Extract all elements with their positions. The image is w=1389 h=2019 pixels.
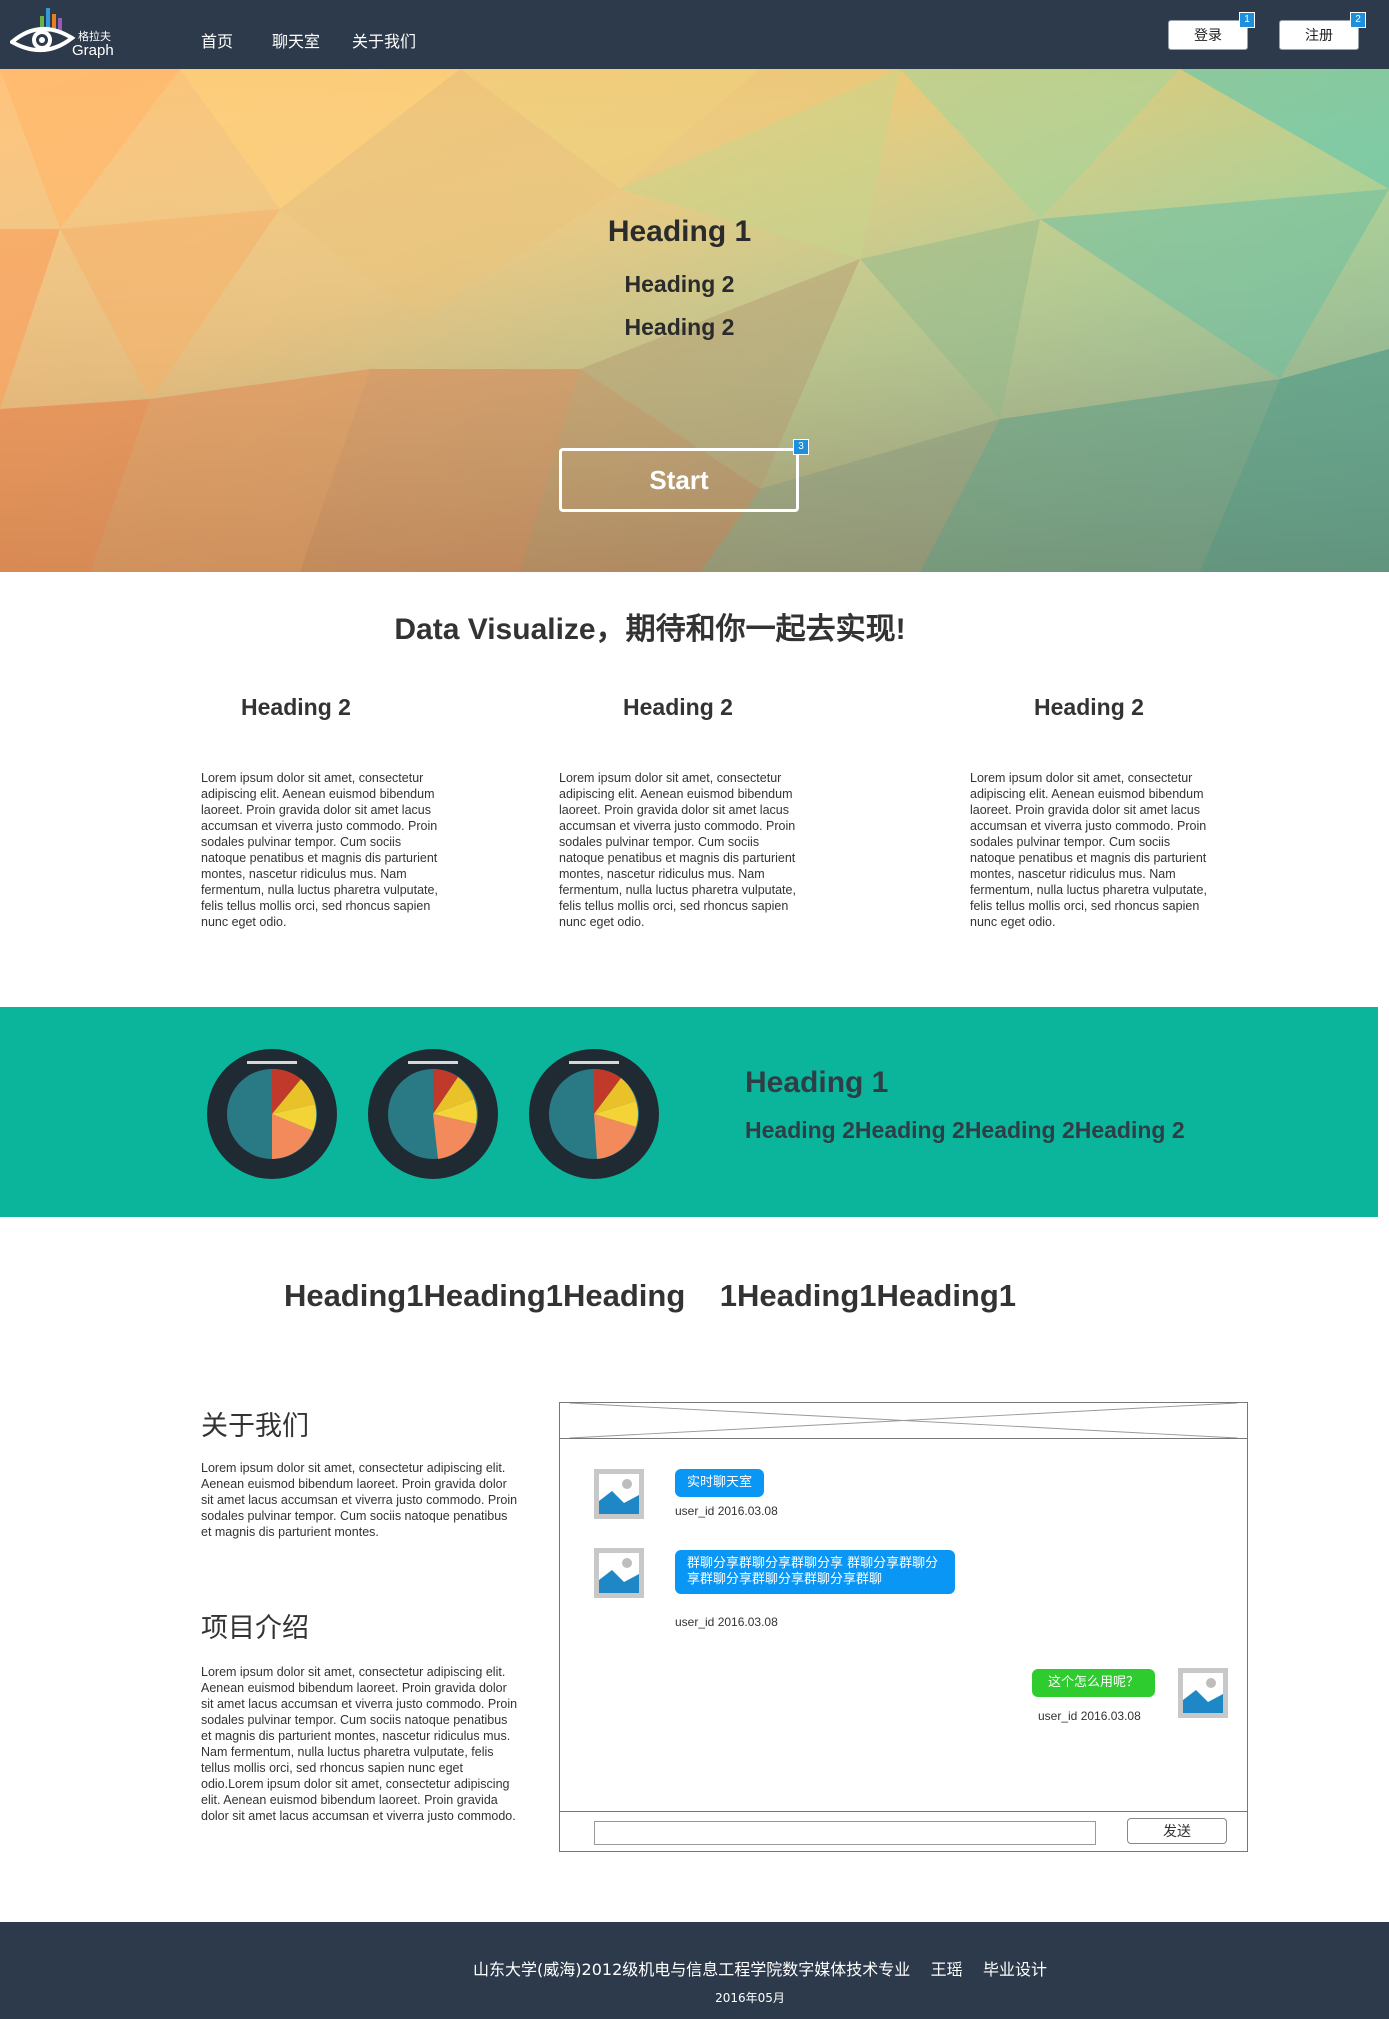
feature-heading-2: Heading 2 [623, 694, 733, 720]
pie-chart-thumbnail-3[interactable] [529, 1049, 659, 1179]
footer-date: 2016年05月 [715, 1991, 785, 2005]
hero-heading-1: Heading 1 [607, 215, 752, 248]
register-button[interactable]: 注册 [1279, 20, 1359, 50]
chat-message-bubble: 群聊分享群聊分享群聊分享 群聊分享群聊分享群聊分享群聊分享群聊分享群聊 [675, 1550, 955, 1594]
section-big-heading: Heading1Heading1Heading 1Heading1Heading… [283, 1278, 1017, 1313]
avatar-image-icon [594, 1469, 644, 1519]
feature-heading-3: Heading 2 [1034, 694, 1144, 720]
pie-chart-thumbnail-2[interactable] [368, 1049, 498, 1179]
feature-text-2: Lorem ipsum dolor sit amet, consectetur … [559, 771, 796, 929]
avatar-image-icon [594, 1548, 644, 1598]
band-heading-1: Heading 1 [745, 1066, 889, 1099]
band-heading-2: Heading 2Heading 2Heading 2Heading 2 [745, 1117, 1185, 1143]
project-text: Lorem ipsum dolor sit amet, consectetur … [201, 1665, 518, 1823]
register-badge: 2 [1350, 12, 1366, 28]
pie-chart-thumbnail-1[interactable] [207, 1049, 337, 1179]
chat-message-bubble: 实时聊天室 [675, 1469, 765, 1497]
top-navbar: 格拉夫 Graph 首页 聊天室 关于我们 登录 1 注册 2 [0, 0, 1389, 69]
start-badge: 3 [793, 439, 809, 455]
login-button[interactable]: 登录 [1168, 20, 1248, 50]
chat-input-bar: 发送 [560, 1811, 1247, 1851]
feature-text-3: Lorem ipsum dolor sit amet, consectetur … [970, 771, 1207, 929]
nav-link-chatroom[interactable]: 聊天室 [272, 28, 320, 52]
about-text: Lorem ipsum dolor sit amet, consectetur … [201, 1461, 518, 1539]
feature-text-1: Lorem ipsum dolor sit amet, consectetur … [201, 771, 438, 929]
login-badge: 1 [1239, 12, 1255, 28]
page-footer: 山东大学(威海)2012级机电与信息工程学院数字媒体技术专业 王瑶 毕业设计 2… [0, 1922, 1389, 2019]
graph-logo[interactable]: 格拉夫 Graph [8, 4, 120, 64]
intro-title: Data Visualize，期待和你一起去实现! [394, 613, 906, 646]
chat-window: 实时聊天室 user_id 2016.03.08 群聊分享群聊分享群聊分享 群聊… [559, 1402, 1248, 1852]
nav-link-home[interactable]: 首页 [201, 28, 233, 52]
footer-credit-text: 山东大学(威海)2012级机电与信息工程学院数字媒体技术专业 王瑶 毕业设计 [473, 1960, 1047, 1979]
logo-en-text: Graph [72, 42, 114, 59]
about-title: 关于我们 [201, 1411, 309, 1442]
hero-heading-2b: Heading 2 [624, 314, 735, 340]
nav-link-about[interactable]: 关于我们 [352, 28, 416, 52]
feature-heading-1: Heading 2 [241, 694, 351, 720]
send-button[interactable]: 发送 [1127, 1818, 1227, 1844]
chat-message-meta: user_id 2016.03.08 [675, 1504, 778, 1518]
chat-message-meta: user_id 2016.03.08 [675, 1615, 778, 1629]
start-button[interactable]: Start [559, 448, 799, 512]
chat-header-placeholder [560, 1403, 1247, 1439]
project-title: 项目介绍 [201, 1613, 309, 1644]
own-message-bubble: 这个怎么用呢？ [1032, 1669, 1156, 1697]
hero-heading-2a: Heading 2 [624, 271, 735, 297]
chat-message-input[interactable] [594, 1821, 1096, 1845]
own-message-meta: user_id 2016.03.08 [1038, 1709, 1141, 1723]
avatar-image-icon [1178, 1668, 1228, 1718]
